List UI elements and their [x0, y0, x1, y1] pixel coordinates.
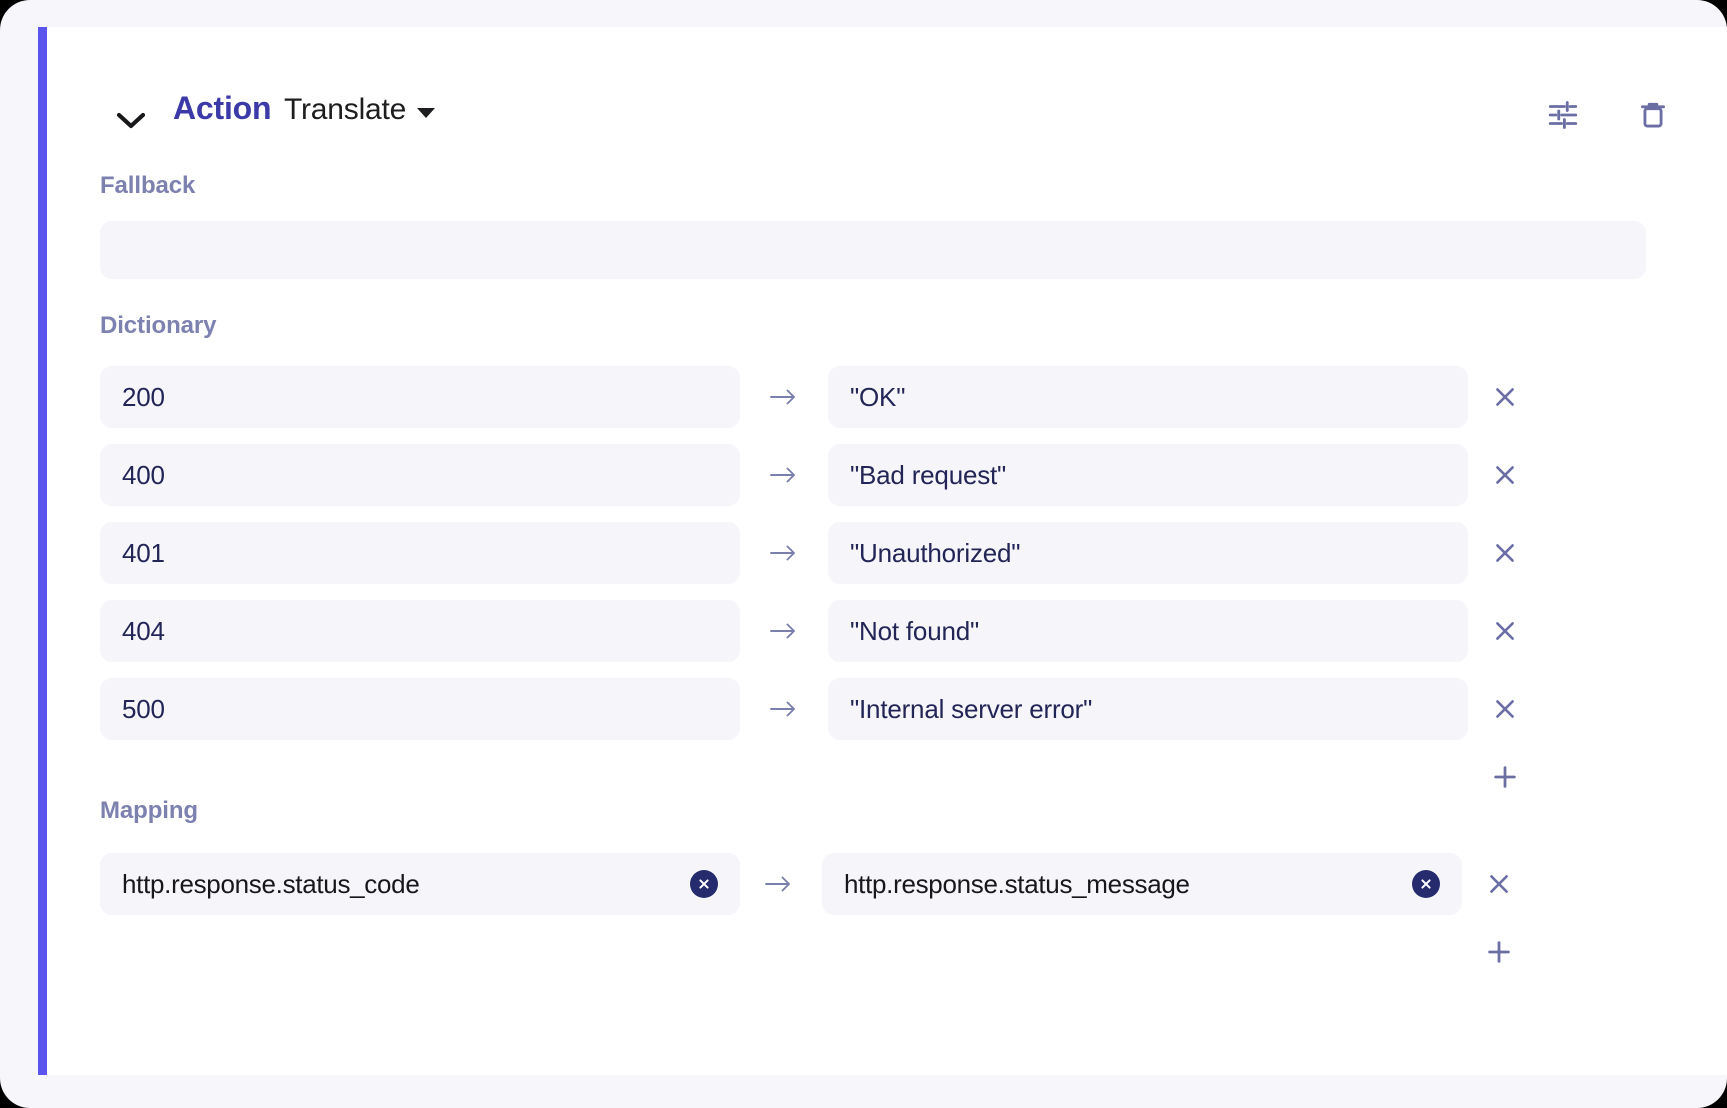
- action-type-select[interactable]: Translate: [284, 93, 435, 127]
- chevron-down-icon[interactable]: [114, 104, 148, 138]
- action-card-header: Action Translate: [47, 27, 1727, 147]
- action-type-value: Translate: [284, 93, 406, 127]
- dictionary-key-input[interactable]: 404: [100, 600, 740, 662]
- fallback-label: Fallback: [100, 172, 195, 200]
- table-row: 401 "Unauthorized": [47, 514, 1727, 592]
- dictionary-value-input[interactable]: "OK": [828, 366, 1468, 428]
- dictionary-value-text: "Bad request": [850, 460, 1006, 491]
- dictionary-key-input[interactable]: 200: [100, 366, 740, 428]
- mapping-source-value: http.response.status_code: [122, 869, 680, 900]
- dictionary-key-value: 400: [122, 460, 165, 491]
- arrow-right-icon: [763, 444, 803, 506]
- mapping-label: Mapping: [100, 797, 198, 825]
- close-x-icon[interactable]: [1474, 366, 1536, 428]
- trash-icon[interactable]: [1633, 95, 1673, 135]
- dictionary-add-row: [47, 748, 1727, 808]
- dictionary-label: Dictionary: [100, 312, 216, 340]
- table-row: 400 "Bad request": [47, 436, 1727, 514]
- dictionary-key-value: 500: [122, 694, 165, 725]
- dictionary-value-text: "Internal server error": [850, 694, 1092, 725]
- sliders-settings-icon[interactable]: [1543, 95, 1583, 135]
- arrow-right-icon: [763, 366, 803, 428]
- table-row: 500 "Internal server error": [47, 670, 1727, 748]
- arrow-right-icon: [763, 522, 803, 584]
- close-x-icon[interactable]: [1474, 522, 1536, 584]
- header-actions: [1543, 95, 1673, 135]
- arrow-right-icon: [763, 678, 803, 740]
- table-row: 200 "OK": [47, 358, 1727, 436]
- dictionary-key-input[interactable]: 401: [100, 522, 740, 584]
- dictionary-value-input[interactable]: "Not found": [828, 600, 1468, 662]
- dictionary-value-text: "OK": [850, 382, 905, 413]
- dictionary-value-input[interactable]: "Internal server error": [828, 678, 1468, 740]
- arrow-right-icon: [758, 853, 798, 915]
- clear-field-icon[interactable]: [1412, 870, 1440, 898]
- table-row: http.response.status_code http.response.…: [47, 845, 1727, 923]
- arrow-right-icon: [763, 600, 803, 662]
- dictionary-value-input[interactable]: "Unauthorized": [828, 522, 1468, 584]
- close-x-icon[interactable]: [1474, 600, 1536, 662]
- plus-icon[interactable]: [1474, 748, 1536, 806]
- caret-down-icon: [417, 108, 435, 118]
- clear-field-icon[interactable]: [690, 870, 718, 898]
- dictionary-rows: 200 "OK" 400: [47, 358, 1727, 808]
- action-card: Action Translate: [38, 27, 1727, 1075]
- app-page: Action Translate: [0, 0, 1727, 1108]
- dictionary-key-value: 200: [122, 382, 165, 413]
- page-title: Action: [173, 90, 271, 127]
- dictionary-key-value: 401: [122, 538, 165, 569]
- close-x-icon[interactable]: [1468, 853, 1530, 915]
- dictionary-key-value: 404: [122, 616, 165, 647]
- close-x-icon[interactable]: [1474, 444, 1536, 506]
- dictionary-key-input[interactable]: 400: [100, 444, 740, 506]
- mapping-add-row: [47, 923, 1727, 983]
- dictionary-value-text: "Unauthorized": [850, 538, 1020, 569]
- plus-icon[interactable]: [1468, 923, 1530, 981]
- dictionary-key-input[interactable]: 500: [100, 678, 740, 740]
- mapping-source-input[interactable]: http.response.status_code: [100, 853, 740, 915]
- close-x-icon[interactable]: [1474, 678, 1536, 740]
- table-row: 404 "Not found": [47, 592, 1727, 670]
- mapping-rows: http.response.status_code http.response.…: [47, 845, 1727, 983]
- fallback-input[interactable]: [100, 221, 1646, 279]
- mapping-target-input[interactable]: http.response.status_message: [822, 853, 1462, 915]
- mapping-target-value: http.response.status_message: [844, 869, 1402, 900]
- dictionary-value-text: "Not found": [850, 616, 979, 647]
- dictionary-value-input[interactable]: "Bad request": [828, 444, 1468, 506]
